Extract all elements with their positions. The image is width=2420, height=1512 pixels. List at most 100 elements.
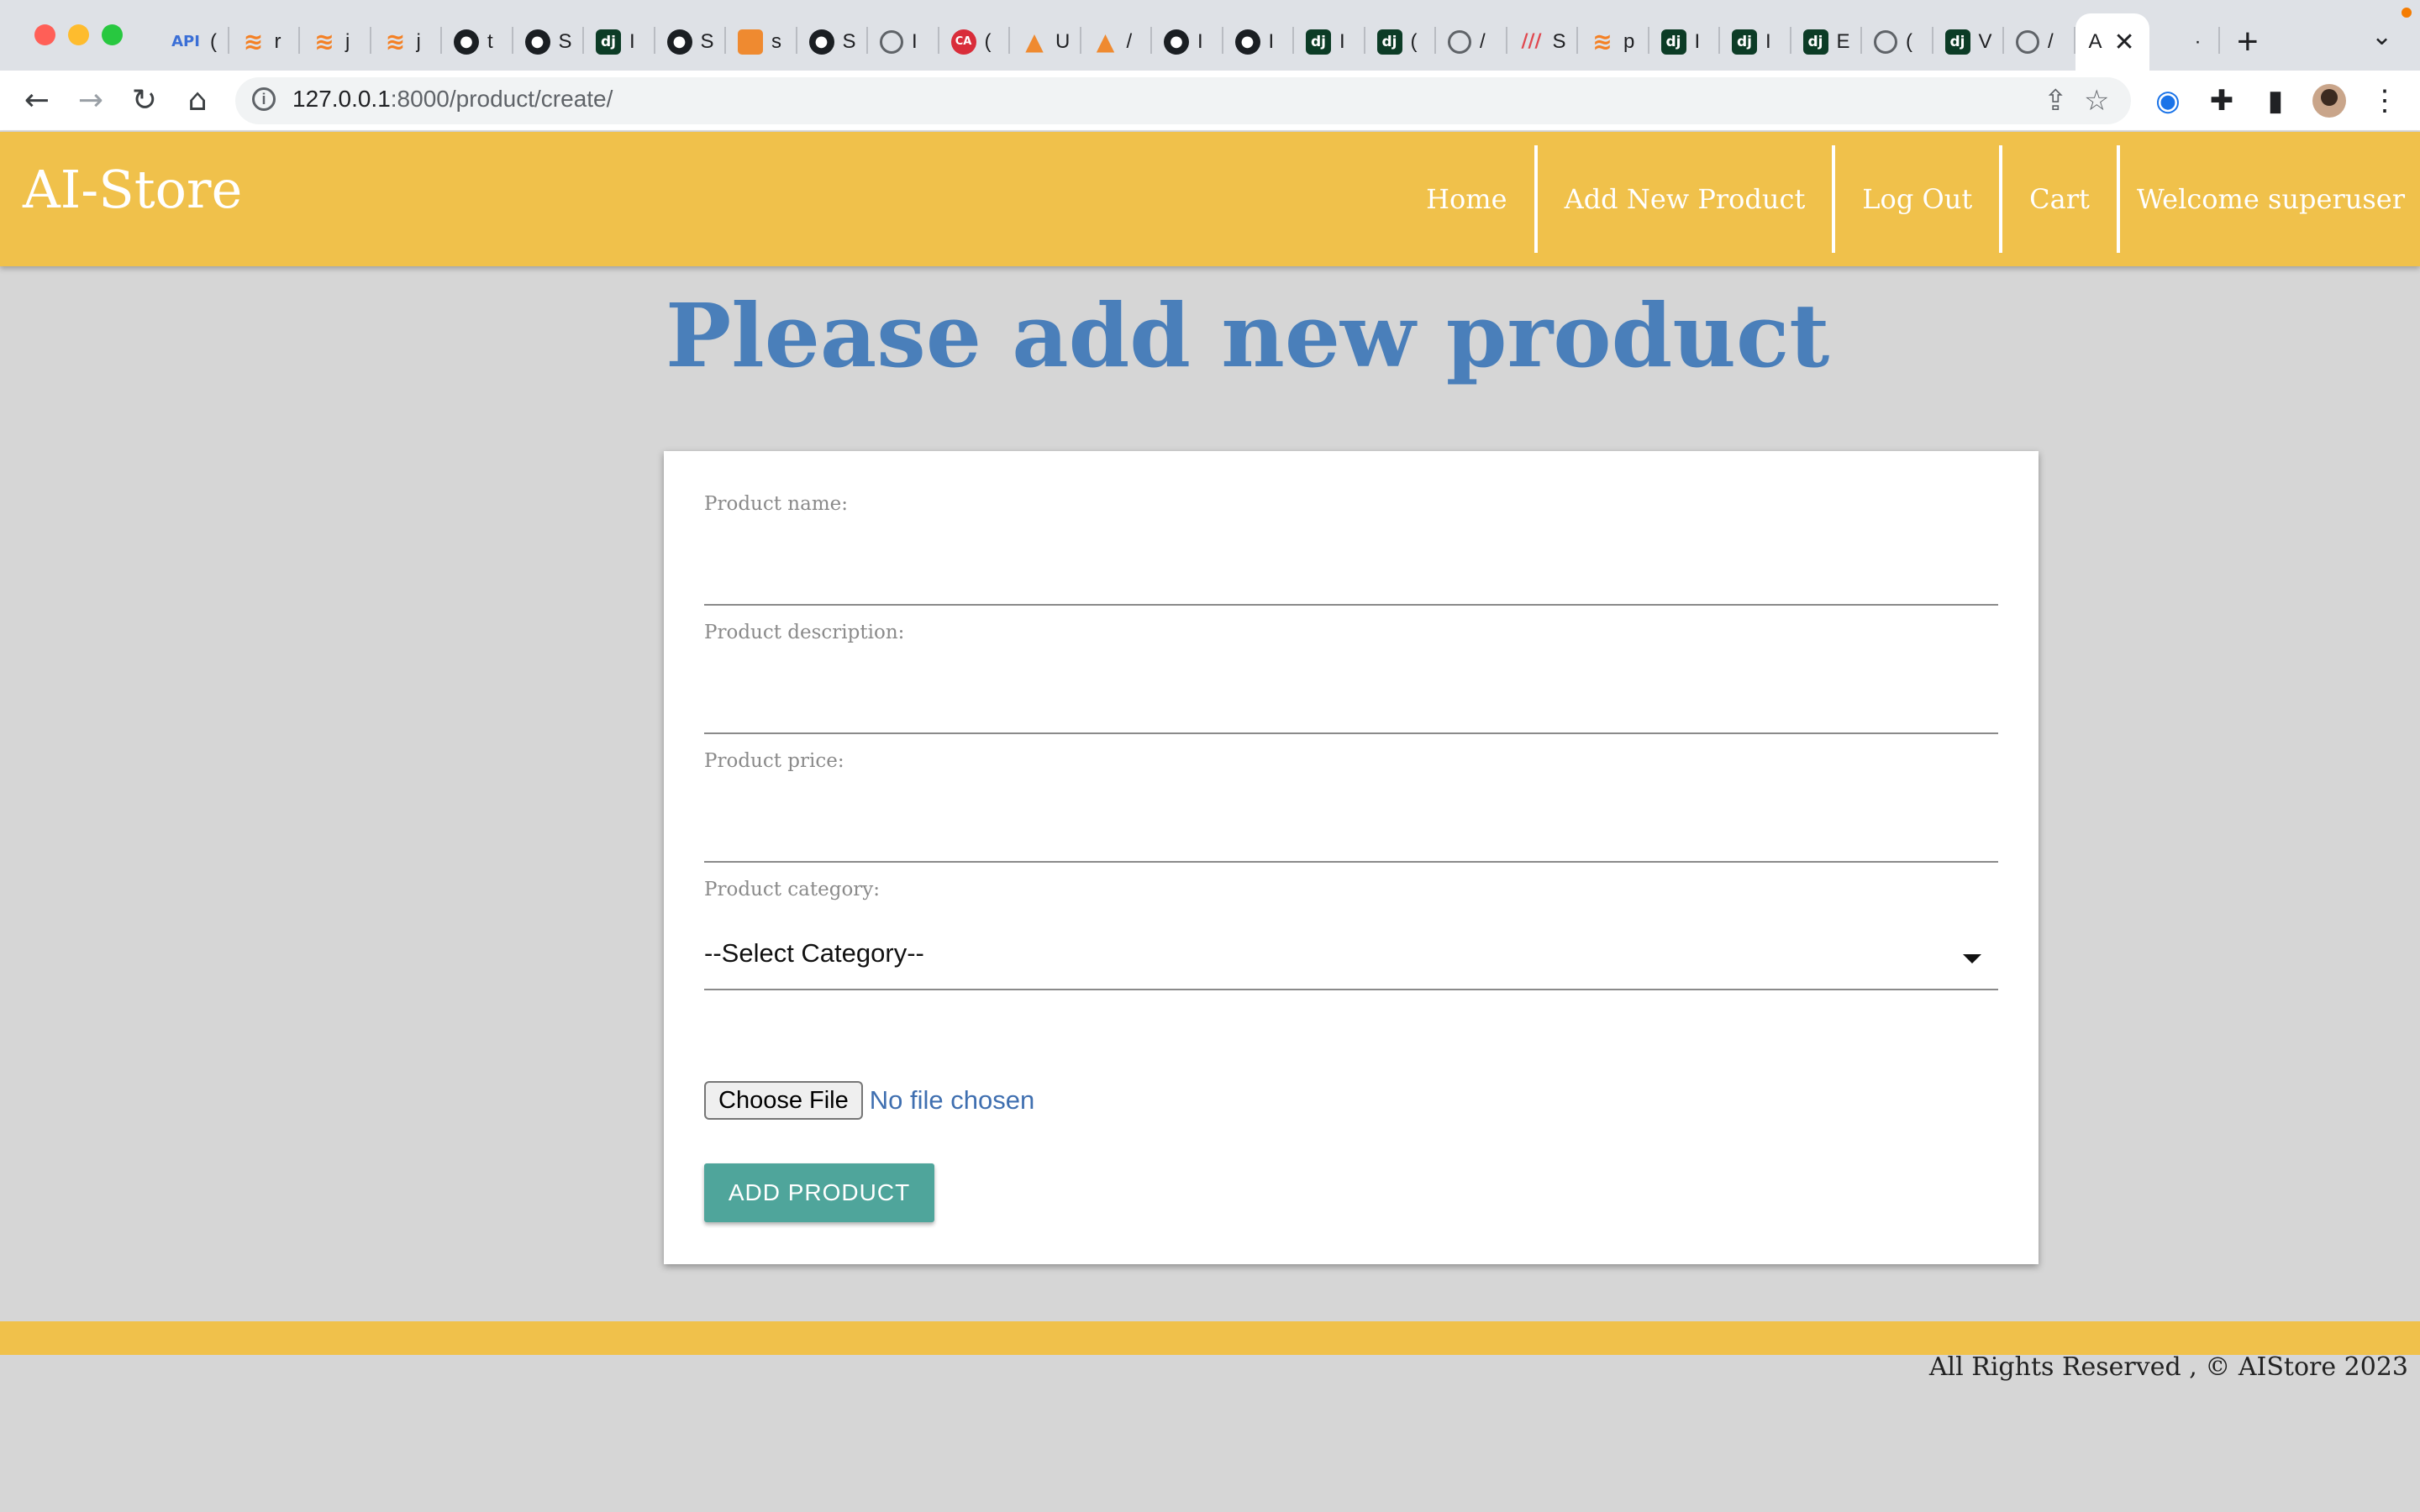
bookmark-star-icon[interactable]: ☆	[2084, 84, 2109, 118]
nav-cart-link[interactable]: Cart	[1999, 145, 2117, 253]
tab-title: S	[700, 30, 714, 53]
product-price-input[interactable]	[704, 816, 1998, 863]
tab-title: r	[274, 30, 281, 53]
window-close-button[interactable]	[34, 24, 55, 45]
django-icon: dj	[1802, 29, 1828, 55]
profile-avatar[interactable]	[2312, 84, 2346, 118]
new-tab-button[interactable]: +	[2237, 20, 2259, 64]
browser-tab[interactable]: dj E	[1791, 13, 1863, 71]
browser-tab[interactable]: ▲ /	[1081, 13, 1153, 71]
browser-tab[interactable]: dj (	[1365, 13, 1437, 71]
tab-title: I	[912, 30, 918, 53]
browser-tab[interactable]: dj I	[1294, 13, 1365, 71]
browser-tab[interactable]: ● S	[513, 13, 585, 71]
browser-tab[interactable]: ● I	[1223, 13, 1295, 71]
url-text[interactable]: 127.0.0.1:8000/product/create/	[292, 86, 613, 113]
window-zoom-button[interactable]	[102, 24, 123, 45]
tab-close-icon[interactable]: ✕	[2114, 28, 2135, 57]
back-arrow-icon[interactable]: ←	[18, 82, 55, 119]
browser-tab[interactable]: ● S	[797, 13, 869, 71]
tab-title: U	[1055, 30, 1071, 53]
tab-title: /	[1126, 30, 1133, 53]
browser-tab[interactable]: /	[1436, 13, 1507, 71]
browser-tab[interactable]: (	[1862, 13, 1933, 71]
tab-title: ·	[2194, 30, 2202, 53]
product-description-input[interactable]	[704, 687, 1998, 734]
tab-title: I	[1339, 30, 1345, 53]
tab-title: (	[1410, 30, 1418, 53]
side-panel-icon[interactable]: ▮	[2257, 82, 2294, 119]
welcome-user-text: Welcome superuser	[2116, 145, 2420, 253]
browser-tab[interactable]: ≋ r	[229, 13, 301, 71]
share-icon[interactable]: ⇪	[2044, 84, 2068, 118]
github-icon: ●	[666, 29, 692, 55]
nav-home-link[interactable]: Home	[1399, 145, 1534, 253]
product-category-label: Product category:	[704, 879, 881, 900]
site-info-icon[interactable]: i	[252, 87, 276, 111]
window-minimize-button[interactable]	[68, 24, 89, 45]
tab-title: S	[842, 30, 856, 53]
tab-search-chevron-icon[interactable]: ⌄	[2371, 22, 2392, 51]
globe-icon	[1874, 30, 1897, 54]
stackoverflow-icon: ≋	[243, 28, 264, 55]
tab-title: A	[2088, 30, 2102, 53]
django-icon: dj	[1660, 29, 1686, 55]
tab-title: j	[416, 30, 421, 53]
forward-arrow-icon[interactable]: →	[72, 82, 109, 119]
add-product-button[interactable]: ADD PRODUCT	[704, 1163, 934, 1222]
reload-icon[interactable]: ↻	[126, 82, 163, 119]
footer-copyright: All Rights Reserved , © AIStore 2023	[1928, 1352, 2408, 1382]
category-selected-value: --Select Category--	[704, 938, 924, 968]
browser-tab[interactable]: /	[2004, 13, 2075, 71]
site-nav: Home Add New Product Log Out Cart Welcom…	[1399, 145, 2420, 253]
tab-title: /	[1480, 30, 1486, 53]
tab-title: I	[1268, 30, 1275, 53]
browser-tab[interactable]: s	[726, 13, 797, 71]
browser-tab[interactable]: ● S	[655, 13, 727, 71]
tab-title: (	[984, 30, 992, 53]
browser-tab[interactable]: ≋ j	[371, 13, 443, 71]
choose-file-button[interactable]: Choose File	[704, 1081, 863, 1120]
django-icon: dj	[1376, 29, 1402, 55]
dropdown-arrow-icon	[1963, 954, 1981, 963]
browser-tab[interactable]: dj I	[1720, 13, 1791, 71]
add-product-form: Product name: Product description: Produ…	[664, 451, 2039, 1264]
browser-tab-active[interactable]: A ✕	[2075, 13, 2149, 71]
browser-toolbar: ← → ↻ ⌂ i 127.0.0.1:8000/product/create/…	[0, 71, 2420, 131]
tab-title: E	[1836, 30, 1850, 53]
github-icon: ●	[454, 29, 479, 55]
nav-logout-link[interactable]: Log Out	[1832, 145, 1999, 253]
browser-tab[interactable]: dj I	[584, 13, 655, 71]
django-icon: dj	[1944, 29, 1970, 55]
tab-title: S	[558, 30, 572, 53]
browser-tab[interactable]: dj V	[1933, 13, 2005, 71]
nav-add-product-link[interactable]: Add New Product	[1534, 145, 1833, 253]
more-menu-icon[interactable]: ⋮	[2366, 82, 2403, 119]
browser-tab[interactable]: /// S	[1507, 13, 1579, 71]
browser-tab[interactable]: ● I	[1152, 13, 1223, 71]
product-category-select[interactable]: --Select Category--	[704, 921, 1998, 990]
site-logo[interactable]: AI-Store	[23, 159, 242, 220]
browser-tab[interactable]: API (	[158, 13, 229, 71]
tab-title: I	[1765, 30, 1771, 53]
browser-tab[interactable]: ≋ p	[1578, 13, 1649, 71]
chromium-extension-icon[interactable]: ◉	[2149, 82, 2186, 119]
browser-tab[interactable]: ▲ U	[1010, 13, 1081, 71]
package-icon	[738, 29, 763, 55]
address-bar[interactable]: i 127.0.0.1:8000/product/create/ ⇪ ☆	[235, 77, 2131, 124]
browser-tab[interactable]: ● t	[442, 13, 513, 71]
tab-title: I	[1197, 30, 1203, 53]
extensions-puzzle-icon[interactable]: ✚	[2203, 82, 2240, 119]
home-icon[interactable]: ⌂	[179, 82, 216, 119]
apple-icon	[2161, 29, 2186, 55]
stackoverflow-icon: ≋	[314, 28, 334, 55]
github-icon: ●	[1234, 29, 1260, 55]
browser-tab[interactable]: ·	[2149, 13, 2221, 71]
browser-tab[interactable]: ≋ j	[300, 13, 371, 71]
tab-title: (	[210, 30, 217, 53]
browser-tab[interactable]: CA (	[939, 13, 1011, 71]
tab-title: S	[1552, 30, 1566, 53]
product-name-input[interactable]	[704, 559, 1998, 606]
browser-tab[interactable]: I	[868, 13, 939, 71]
browser-tab[interactable]: dj I	[1649, 13, 1721, 71]
